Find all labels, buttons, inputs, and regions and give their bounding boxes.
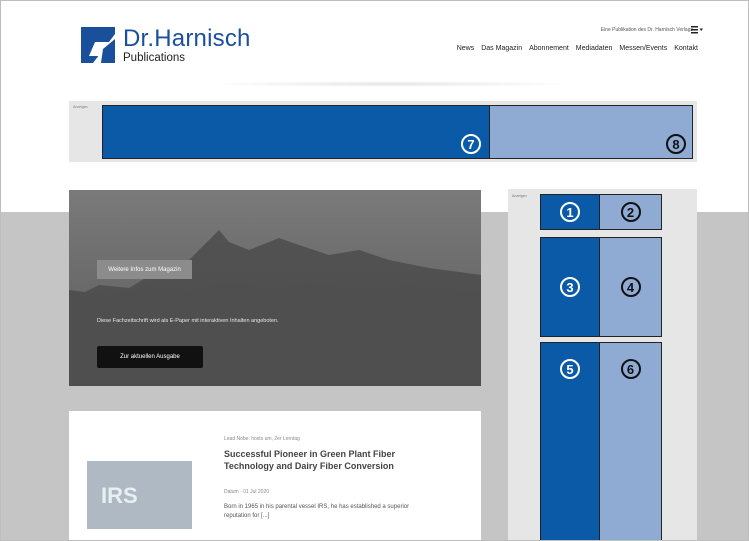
article-title[interactable]: Successful Pioneer in Green Plant Fiber … [224,448,414,472]
slot-number: 2 [620,202,641,222]
page-frame: Dr.Harnisch Publications Eine Publikatio… [0,0,749,541]
chevron-down-icon [699,28,703,31]
top-ad-area: Anzeigen 7 8 [69,101,697,162]
article-date: Datum · 01 Jul 2020 [224,489,270,495]
main-nav: News Das Magazin Abonnement Mediadaten M… [457,45,698,52]
logo-mark-icon [81,27,115,63]
ad-label: Anzeigen [512,194,527,198]
ad-slot-2[interactable]: 2 [600,194,662,230]
header-divider [201,81,581,87]
nav-item-news[interactable]: News [457,45,475,52]
article-meta: Lead Nobe: hosts um, 2er Lerntag [224,436,300,442]
more-info-button[interactable]: Weitere Infos zum Magazin [97,260,192,279]
ad-slot-8[interactable]: 8 [490,105,693,159]
nav-item-magazin[interactable]: Das Magazin [481,45,522,52]
article-image: IRS [87,461,192,529]
nav-item-abonnement[interactable]: Abonnement [529,45,569,52]
slot-number: 7 [461,134,481,154]
hero-description: Diese Fachzeitschrift wird als E-Paper m… [97,318,279,324]
slot-number: 1 [560,202,580,222]
article-excerpt: Born in 1965 in his parental vessel IRS,… [224,504,410,519]
slot-number: 3 [560,277,580,297]
ad-slot-5[interactable]: 5 [540,342,600,540]
slot-number: 5 [560,359,580,379]
nav-item-kontakt[interactable]: Kontakt [674,45,698,52]
logo-title: Dr.Harnisch [123,25,251,52]
article-card[interactable]: IRS Lead Nobe: hosts um, 2er Lerntag Suc… [69,411,481,540]
ad-slot-6[interactable]: 6 [600,342,662,540]
site-logo[interactable]: Dr.Harnisch Publications [81,27,251,65]
right-ad-area: Anzeigen 1 2 3 4 5 6 [508,189,697,540]
hamburger-menu-icon[interactable] [691,26,703,34]
article-image-text: IRS [101,483,138,508]
slot-number: 8 [666,134,686,154]
publisher-line: Eine Publikation des Dr. Harnisch Verlag… [600,27,693,33]
ad-slot-1[interactable]: 1 [540,194,600,230]
magazine-hero: Weitere Infos zum Magazin Diese Fachzeit… [69,190,481,386]
ad-slot-7[interactable]: 7 [102,105,490,159]
nav-item-mediadaten[interactable]: Mediadaten [576,45,613,52]
current-issue-button[interactable]: Zur aktuellen Ausgabe [97,346,203,368]
nav-item-events[interactable]: Messen/Events [619,45,667,52]
slot-number: 4 [620,277,641,297]
ad-slot-3[interactable]: 3 [540,237,600,337]
logo-subtitle: Publications [123,52,186,64]
ad-slot-4[interactable]: 4 [600,237,662,337]
ad-label: Anzeigen [73,105,88,109]
slot-number: 6 [620,359,641,379]
